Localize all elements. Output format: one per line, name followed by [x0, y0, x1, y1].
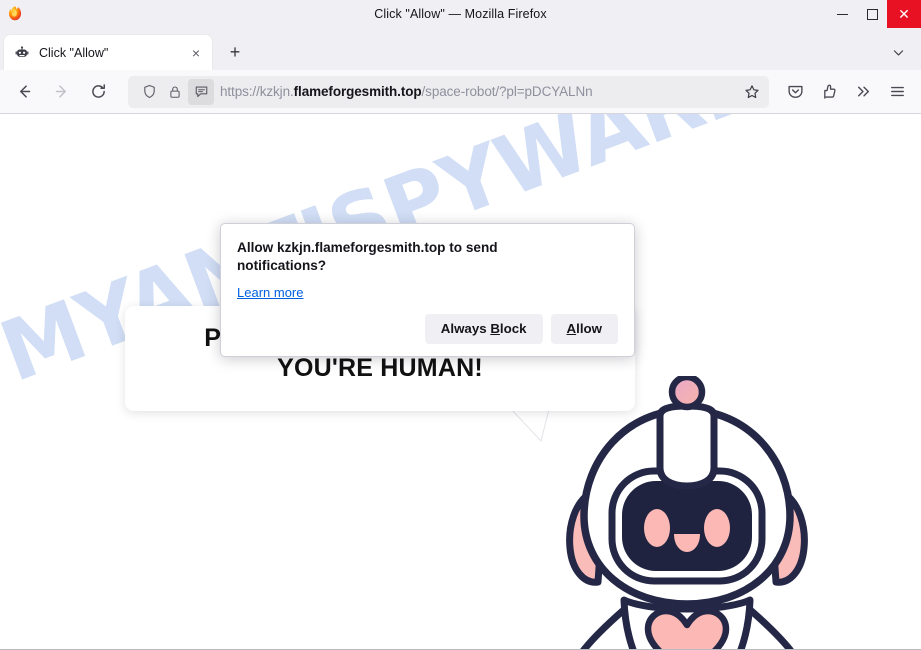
forward-button[interactable] [45, 76, 77, 108]
pocket-icon[interactable] [779, 76, 811, 108]
tab-strip: Click "Allow" × + [0, 28, 921, 71]
robot-favicon [14, 45, 30, 61]
maximize-icon [866, 8, 878, 20]
list-all-tabs-button[interactable] [883, 37, 913, 67]
navigation-toolbar: https://kzkjn.flameforgesmith.top/space-… [0, 70, 921, 114]
speech-bubble-tail [505, 407, 551, 443]
overflow-icon[interactable] [847, 76, 879, 108]
window-title: Click "Allow" — Mozilla Firefox [374, 7, 547, 21]
tab-title: Click "Allow" [39, 46, 109, 60]
toolbar-right-icons [779, 76, 913, 108]
account-icon[interactable] [813, 76, 845, 108]
url-text: https://kzkjn.flameforgesmith.top/space-… [220, 84, 739, 99]
tab-close-button[interactable]: × [186, 43, 206, 63]
url-scheme: https:// [220, 84, 260, 99]
padlock-icon[interactable] [162, 79, 188, 105]
learn-more-link[interactable]: Learn more [237, 285, 303, 300]
minimize-icon [836, 13, 848, 15]
always-block-button[interactable]: Always Block [424, 313, 543, 345]
close-button[interactable]: ✕ [887, 0, 921, 28]
page-content: MYANTISPYWARE.COM PRESS ALLOW TO CONFIRM… [0, 114, 921, 650]
permission-dialog-title: Allow kzkjn.flameforgesmith.top to send … [237, 240, 498, 273]
browser-tab[interactable]: Click "Allow" × [4, 35, 212, 71]
app-menu-icon[interactable] [881, 76, 913, 108]
close-icon: ✕ [898, 6, 910, 22]
reload-button[interactable] [82, 76, 114, 108]
new-tab-button[interactable]: + [220, 37, 250, 67]
permission-dialog-buttons: Always Block Allow [237, 313, 618, 345]
window-title-bar: Click "Allow" — Mozilla Firefox ✕ [0, 0, 921, 28]
minimize-button[interactable] [827, 0, 857, 28]
firefox-browser-window: Click "Allow" — Mozilla Firefox ✕ Click … [0, 0, 921, 650]
url-subdomain: kzkjn. [259, 84, 294, 99]
firefox-logo-icon [4, 3, 26, 25]
tracking-protection-shield-icon[interactable] [136, 79, 162, 105]
back-button[interactable] [8, 76, 40, 108]
notification-permission-icon[interactable] [188, 78, 214, 105]
notification-permission-dialog: Allow kzkjn.flameforgesmith.top to send … [220, 223, 635, 358]
window-controls: ✕ [827, 0, 921, 28]
url-path: /space-robot/?pl=pDCYALNn [421, 84, 593, 99]
space-robot-illustration [556, 373, 818, 650]
url-host: flameforgesmith.top [293, 84, 422, 99]
allow-button[interactable]: Allow [550, 313, 618, 345]
url-bar[interactable]: https://kzkjn.flameforgesmith.top/space-… [128, 75, 769, 108]
maximize-button[interactable] [857, 0, 887, 28]
star-icon[interactable] [739, 79, 765, 105]
